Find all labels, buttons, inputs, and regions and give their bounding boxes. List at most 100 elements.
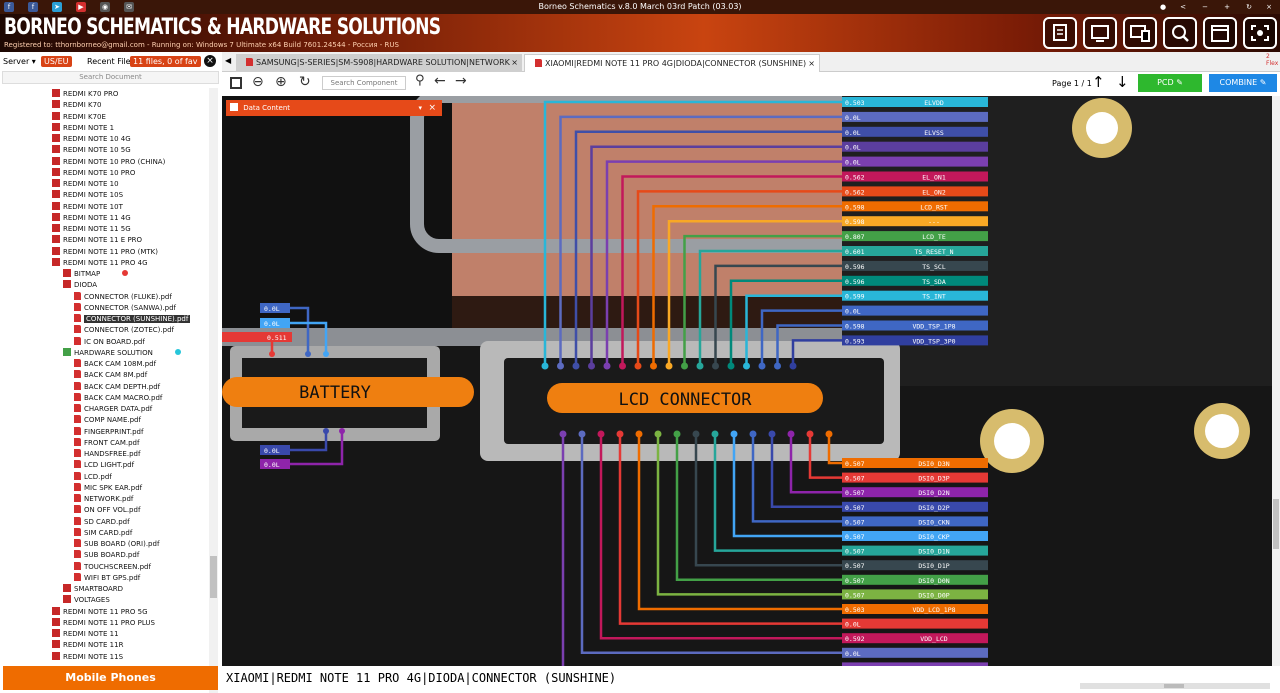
page-down-icon[interactable]: ↓ xyxy=(1116,73,1129,91)
tree-folder-item[interactable]: REDMI NOTE 10 5G xyxy=(52,145,131,156)
tab-close-icon[interactable]: × xyxy=(511,54,518,72)
page-up-icon[interactable]: ↑ xyxy=(1092,73,1105,91)
calendar-button[interactable] xyxy=(1203,17,1237,49)
pcd-button[interactable]: PCD ✎ xyxy=(1138,74,1202,92)
battery-net-label[interactable]: 0.0L xyxy=(260,459,290,469)
tree-folder-item[interactable]: REDMI NOTE 11S xyxy=(52,651,123,663)
tree-file-item[interactable]: SD CARD.pdf xyxy=(74,516,130,528)
tree-file-item[interactable]: SUB BOARD.pdf xyxy=(74,550,139,561)
tree-folder-item[interactable]: REDMI K70 PRO xyxy=(52,89,118,100)
net-label[interactable]: 0.0L ELVSS xyxy=(842,126,988,137)
zoom-out-icon[interactable]: ⊖ xyxy=(252,74,264,90)
maximize-icon[interactable]: + xyxy=(1222,2,1232,12)
net-label[interactable]: 0.507 DSI0_CKN xyxy=(842,516,988,527)
tree-file-item[interactable]: HANDSFREE.pdf xyxy=(74,449,140,460)
tree-folder-item[interactable]: REDMI NOTE 11 5G xyxy=(52,224,131,235)
net-label[interactable]: 0.0L xyxy=(842,647,988,658)
tree-file-item[interactable]: CONNECTOR (FLUKE).pdf xyxy=(74,291,172,303)
tree-file-item[interactable]: CONNECTOR (ZOTEC).pdf xyxy=(74,325,174,336)
fit-screen-icon[interactable] xyxy=(230,77,242,89)
tree-folder-item[interactable]: REDMI NOTE 1 xyxy=(52,122,114,134)
net-label[interactable]: 0.562 EL_ON2 xyxy=(842,186,988,197)
tree-folder-item[interactable]: REDMI NOTE 10T xyxy=(52,201,123,213)
net-label[interactable]: 0.807 LCD_TE xyxy=(842,231,988,242)
tree-file-item[interactable]: MIC SPK EAR.pdf xyxy=(74,482,142,494)
net-label[interactable]: 0.592 VDD_LCD xyxy=(842,633,988,644)
net-label[interactable]: 0.0L xyxy=(842,111,988,122)
net-label[interactable]: 0.674 ELAVDD xyxy=(842,662,988,666)
battery-net-label[interactable]: 0.0L xyxy=(260,445,290,455)
clear-icon[interactable]: × xyxy=(204,55,216,67)
region-button[interactable]: US/EU xyxy=(41,56,72,67)
tree-folder-item[interactable]: REDMI NOTE 11 E PRO xyxy=(52,235,142,246)
schematic-viewer[interactable]: 0.503 ELVDD 0.0L 0.0L ELVSS 0.0L 0.0L 0.562 EL_O… xyxy=(222,96,1272,666)
tree-folder-item[interactable]: REDMI NOTE 10 PRO xyxy=(52,167,135,179)
battery-net-label[interactable]: 0.511 xyxy=(222,332,292,342)
tree-file-item[interactable]: CONNECTOR (SUNSHINE).pdf xyxy=(74,314,191,325)
net-label[interactable]: 0.507 DSI0_D2P xyxy=(842,501,988,512)
prev-result-icon[interactable]: ← xyxy=(434,73,446,89)
tree-file-item[interactable]: BACK CAM DEPTH.pdf xyxy=(74,381,160,393)
net-label[interactable]: 0.507 DSI0_D1N xyxy=(842,545,988,556)
mobile-phones-button[interactable]: Mobile Phones xyxy=(3,666,218,690)
tree-file-item[interactable]: LCD LIGHT.pdf xyxy=(74,460,134,471)
search-component-input[interactable]: Search Component xyxy=(322,76,406,90)
tree-file-item[interactable]: BACK CAM 8M.pdf xyxy=(74,370,147,381)
combine-button[interactable]: COMBINE ✎ xyxy=(1209,74,1277,92)
tree-file-item[interactable]: SUB BOARD (ORI).pdf xyxy=(74,539,159,550)
tree-folder-item[interactable]: REDMI NOTE 11 PRO 5G xyxy=(52,606,148,618)
zoom-button[interactable] xyxy=(1163,17,1197,49)
user-icon[interactable]: ● xyxy=(1158,2,1168,12)
tree-folder-item[interactable]: REDMI NOTE 10 PRO (CHINA) xyxy=(52,156,165,168)
net-label[interactable]: 0.593 VDD_TSP_3P0 xyxy=(842,335,988,346)
tree-file-item[interactable]: FINGERPRINT.pdf xyxy=(74,426,143,438)
tab-scroll-left[interactable]: ◀ xyxy=(225,56,231,65)
zoom-in-icon[interactable]: ⊕ xyxy=(275,74,287,90)
net-label[interactable]: 0.598 --- xyxy=(842,216,988,227)
net-label[interactable]: 0.507 DSI0_D2N xyxy=(842,487,988,498)
tree-file-item[interactable]: LCD.pdf xyxy=(74,471,112,483)
rotate-icon[interactable]: ↻ xyxy=(299,74,311,90)
tree-file-item[interactable]: NETWORK.pdf xyxy=(74,494,133,505)
tree-folder-item[interactable]: REDMI NOTE 11 PRO (MTK) xyxy=(52,246,158,258)
net-label[interactable]: 0.598 VDD_TSP_1P8 xyxy=(842,320,988,331)
battery-net-label[interactable]: 0.0L xyxy=(260,303,290,313)
net-label[interactable]: 0.507 DSI0_D3N xyxy=(842,458,988,468)
net-label[interactable]: 0.507 DSI0_D0N xyxy=(842,574,988,585)
tree-scrollbar[interactable] xyxy=(209,88,218,693)
horizontal-scrollbar[interactable] xyxy=(1080,683,1270,689)
tree-folder-item[interactable]: SMARTBOARD xyxy=(63,584,123,595)
collapse-icon[interactable]: ▾ xyxy=(418,100,422,116)
tree-file-item[interactable]: BACK CAM MACRO.pdf xyxy=(74,392,162,404)
net-label[interactable]: 0.503 ELVDD xyxy=(842,97,988,107)
tree-folder-item[interactable]: BITMAP xyxy=(63,269,129,280)
minimize-icon[interactable]: − xyxy=(1200,2,1210,12)
document-button[interactable] xyxy=(1043,17,1077,49)
net-label[interactable]: 0.562 EL_ON1 xyxy=(842,171,988,182)
search-document-input[interactable]: Search Document xyxy=(2,71,219,84)
battery-net-label[interactable]: 0.0L xyxy=(260,318,290,328)
net-label[interactable]: 0.0L xyxy=(842,156,988,167)
tree-folder-item[interactable]: REDMI NOTE 11R xyxy=(52,640,123,651)
net-label[interactable]: 0.596 TS_SCL xyxy=(842,260,988,271)
tree-file-item[interactable]: COMP NAME.pdf xyxy=(74,415,141,426)
tree-folder-item[interactable]: REDMI K70 xyxy=(52,100,102,111)
tree-file-item[interactable]: FRONT CAM.pdf xyxy=(74,437,139,449)
net-label[interactable]: 0.598 LCD_RST xyxy=(842,201,988,212)
tab-samsung-network[interactable]: SAMSUNG|S-SERIES|SM-S908|HARDWARE SOLUTI… xyxy=(236,54,522,72)
viewer-scrollbar[interactable] xyxy=(1272,96,1280,666)
tab-redmi-connector[interactable]: XIAOMI|REDMI NOTE 11 PRO 4G|DIODA|CONNEC… xyxy=(524,54,820,72)
net-label[interactable]: 0.507 DSI0_D0P xyxy=(842,589,988,600)
net-label[interactable]: 0.503 VDD_LCD_1P8 xyxy=(842,604,988,614)
capture-button[interactable] xyxy=(1243,17,1277,49)
tab-close-icon[interactable]: × xyxy=(808,55,815,73)
tree-folder-item[interactable]: DIODA xyxy=(63,280,97,291)
tree-folder-item[interactable]: VOLTAGES xyxy=(63,595,110,606)
tree-file-item[interactable]: CHARGER DATA.pdf xyxy=(74,404,152,415)
net-label[interactable]: 0.507 DSI0_D1P xyxy=(842,560,988,571)
restore-icon[interactable]: ↻ xyxy=(1244,2,1254,12)
tree-folder-item[interactable]: REDMI NOTE 10 4G xyxy=(52,134,131,145)
data-content-panel[interactable]: Data Content ▾ × xyxy=(226,100,442,116)
tree-folder-item[interactable]: REDMI NOTE 11 xyxy=(52,629,119,640)
tree-file-item[interactable]: BACK CAM 108M.pdf xyxy=(74,359,156,370)
